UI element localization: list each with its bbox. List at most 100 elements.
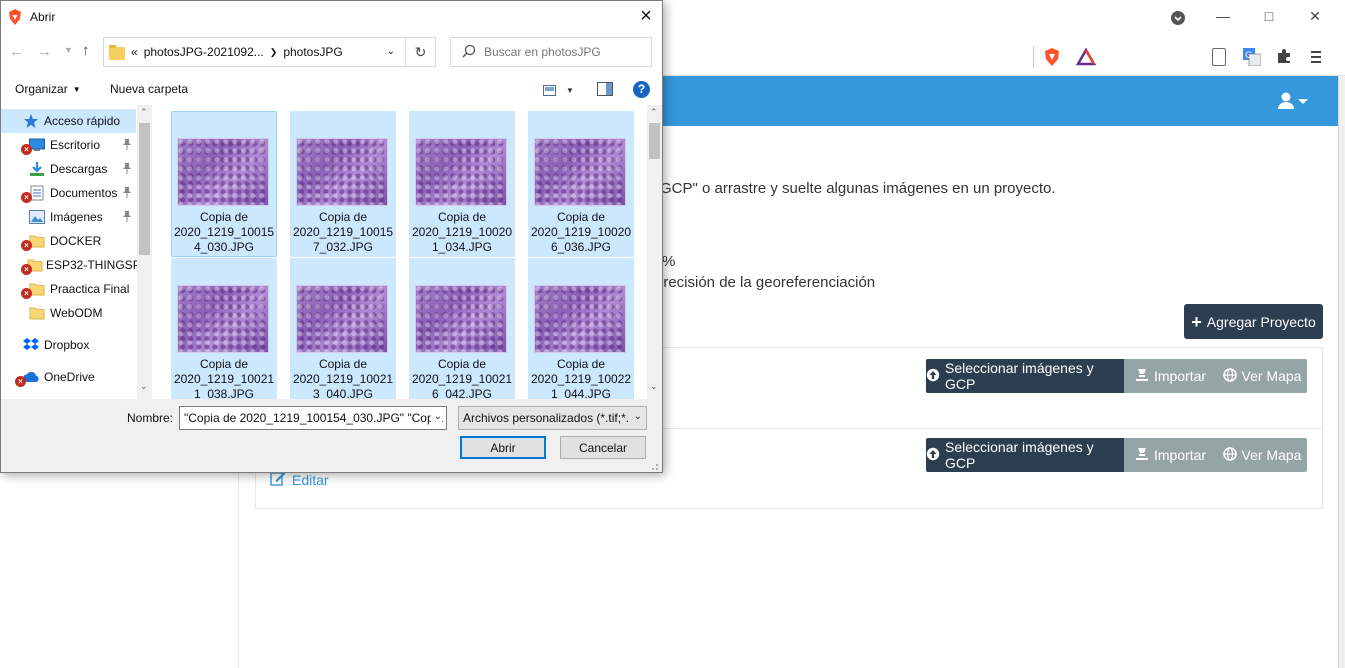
view-options-icon[interactable]: ▼ [543, 83, 577, 97]
sync-error-icon: × [21, 192, 32, 203]
downloads-icon [27, 161, 47, 177]
file-name-line: 1_038.JPG [193, 387, 255, 399]
file-item[interactable]: Copia de 2020_1219_10020 6_036.JPG [528, 111, 634, 257]
cancel-button[interactable]: Cancelar [560, 436, 646, 459]
open-button[interactable]: Abrir [460, 436, 546, 459]
organize-menu[interactable]: Organizar ▼ [15, 82, 81, 96]
forward-arrow-icon[interactable]: → [37, 43, 52, 60]
browser-close-icon[interactable]: ✕ [1300, 6, 1330, 26]
add-project-button[interactable]: + Agregar Proyecto [1184, 304, 1323, 339]
file-name-line: Copia de [437, 357, 487, 371]
breadcrumb-parent[interactable]: photosJPG-2021092... [144, 45, 264, 59]
address-dropdown-icon[interactable]: ⌄ [387, 46, 395, 57]
file-item[interactable]: Copia de 2020_1219_10021 1_038.JPG [171, 258, 277, 399]
image-thumbnail [415, 285, 507, 353]
nav-item-onedrive[interactable]: × OneDrive [1, 365, 136, 389]
brave-shield-icon[interactable] [1043, 47, 1061, 67]
browser-menu-icon[interactable] [1170, 10, 1186, 26]
scroll-down-icon[interactable]: ⌄ [650, 381, 658, 392]
scroll-down-icon[interactable]: ⌄ [140, 381, 148, 392]
filename-value: "Copia de 2020_1219_100154_030.JPG" "Cop… [184, 411, 447, 425]
search-box[interactable]: Buscar en photosJPG [450, 37, 652, 67]
filetype-select[interactable]: Archivos personalizados (*.tif;*. ⌄ [458, 406, 647, 430]
import-label: Importar [1153, 368, 1207, 384]
scroll-up-icon[interactable]: ⌃ [650, 107, 658, 118]
refresh-button[interactable]: ↻ [406, 37, 436, 67]
file-name-line: 2020_1219_10022 [530, 372, 632, 386]
image-thumbnail [534, 138, 626, 206]
nav-item-escritorio[interactable]: × Escritorio [1, 133, 136, 157]
nav-item-esp32-thingspi[interactable]: × ESP32-THINGSPI [1, 253, 144, 277]
file-name: Copia de 2020_1219_10022 1_044.JPG [529, 357, 633, 399]
file-item[interactable]: Copia de 2020_1219_10015 7_032.JPG [290, 111, 396, 257]
nav-item-label: WebODM [50, 306, 103, 320]
file-item[interactable]: Copia de 2020_1219_10021 6_042.JPG [409, 258, 515, 399]
nav-item-imágenes[interactable]: Imágenes [1, 205, 136, 229]
nav-item-documentos[interactable]: × Documentos [1, 181, 136, 205]
translate-icon[interactable]: G [1243, 48, 1262, 67]
files-scroll-thumb[interactable] [649, 123, 660, 159]
nav-item-label: Descargas [50, 162, 108, 176]
dialog-close-icon[interactable]: × [633, 4, 659, 28]
nav-item-dropbox[interactable]: Dropbox [1, 333, 136, 357]
import-button[interactable]: Importar [1124, 359, 1217, 393]
breadcrumb-current[interactable]: photosJPG [283, 45, 342, 59]
extensions-icon[interactable] [1276, 48, 1292, 64]
pictures-icon [27, 209, 47, 225]
image-thumbnail [296, 138, 388, 206]
filename-dropdown-icon[interactable]: ⌄ [430, 411, 442, 422]
file-item[interactable]: Copia de 2020_1219_10015 4_030.JPG [171, 111, 277, 257]
nav-item-webodm[interactable]: WebODM [1, 301, 136, 325]
file-item[interactable]: Copia de 2020_1219_10020 1_034.JPG [409, 111, 515, 257]
nav-item-praactica-final[interactable]: × Praactica Final [1, 277, 136, 301]
nav-scroll-thumb[interactable] [139, 123, 150, 255]
file-name-line: Copia de [199, 357, 249, 371]
minimize-icon[interactable]: — [1208, 6, 1238, 26]
maximize-icon[interactable]: □ [1254, 6, 1284, 26]
nav-item-docker[interactable]: × DOCKER [1, 229, 136, 253]
select-images-label: Seleccionar imágenes y GCP [945, 439, 1094, 471]
nav-item-descargas[interactable]: Descargas [1, 157, 136, 181]
dialog-command-bar: Organizar ▼ Nueva carpeta ▼ ? [1, 73, 662, 105]
file-item[interactable]: Copia de 2020_1219_10021 3_040.JPG [290, 258, 396, 399]
filetype-dropdown-icon: ⌄ [630, 411, 642, 422]
back-arrow-icon[interactable]: ← [9, 43, 24, 60]
sync-error-icon: × [21, 144, 32, 155]
sync-error-icon: × [21, 288, 32, 299]
select-images-button-2[interactable]: Seleccionar imágenes y GCP [926, 438, 1124, 472]
import-button-2[interactable]: Importar [1124, 438, 1217, 472]
globe-icon [1222, 367, 1237, 385]
nav-item-label: Escritorio [50, 138, 101, 152]
browser-menu-lines-icon[interactable] [1310, 50, 1322, 64]
folder-icon [109, 44, 125, 60]
view-map-button[interactable]: Ver Mapa [1217, 359, 1307, 393]
nav-scrollbar[interactable]: ⌃ ⌄ [137, 105, 152, 399]
view-map-button-2[interactable]: Ver Mapa [1217, 438, 1307, 472]
pin-icon [122, 210, 132, 225]
resize-grip-icon[interactable] [649, 459, 659, 470]
breadcrumb-overflow[interactable]: « [131, 45, 138, 59]
open-file-dialog: Abrir × ← → ▼ ↑ « photosJPG-2021092... ❯… [0, 0, 663, 473]
help-icon[interactable]: ? [633, 81, 650, 98]
filename-input[interactable]: "Copia de 2020_1219_100154_030.JPG" "Cop… [179, 406, 447, 430]
brave-rewards-icon[interactable] [1075, 47, 1097, 66]
page-scrollbar[interactable] [1338, 76, 1345, 668]
new-folder-button[interactable]: Nueva carpeta [110, 82, 188, 96]
file-name-line: 2020_1219_10015 [173, 225, 275, 239]
files-scrollbar[interactable]: ⌃ ⌄ [647, 105, 662, 399]
up-arrow-icon[interactable]: ↑ [82, 42, 90, 59]
file-name: Copia de 2020_1219_10021 3_040.JPG [291, 357, 395, 399]
page-icon[interactable] [1212, 48, 1226, 66]
file-item[interactable]: Copia de 2020_1219_10022 1_044.JPG [528, 258, 634, 399]
select-images-button[interactable]: Seleccionar imágenes y GCP [926, 359, 1124, 393]
image-thumbnail [415, 138, 507, 206]
preview-pane-icon[interactable] [597, 82, 613, 96]
upload-hint-text: GCP" o arrastre y suelte algunas imágene… [660, 180, 1056, 197]
file-name: Copia de 2020_1219_10015 4_030.JPG [172, 210, 276, 255]
address-bar[interactable]: « photosJPG-2021092... ❯ photosJPG ⌄ [103, 37, 406, 67]
user-menu-icon[interactable] [1278, 92, 1310, 110]
image-thumbnail [296, 285, 388, 353]
scroll-up-icon[interactable]: ⌃ [140, 107, 148, 118]
nav-item-acceso-rápido[interactable]: Acceso rápido [1, 109, 136, 133]
recent-dropdown-icon[interactable]: ▼ [64, 45, 73, 55]
